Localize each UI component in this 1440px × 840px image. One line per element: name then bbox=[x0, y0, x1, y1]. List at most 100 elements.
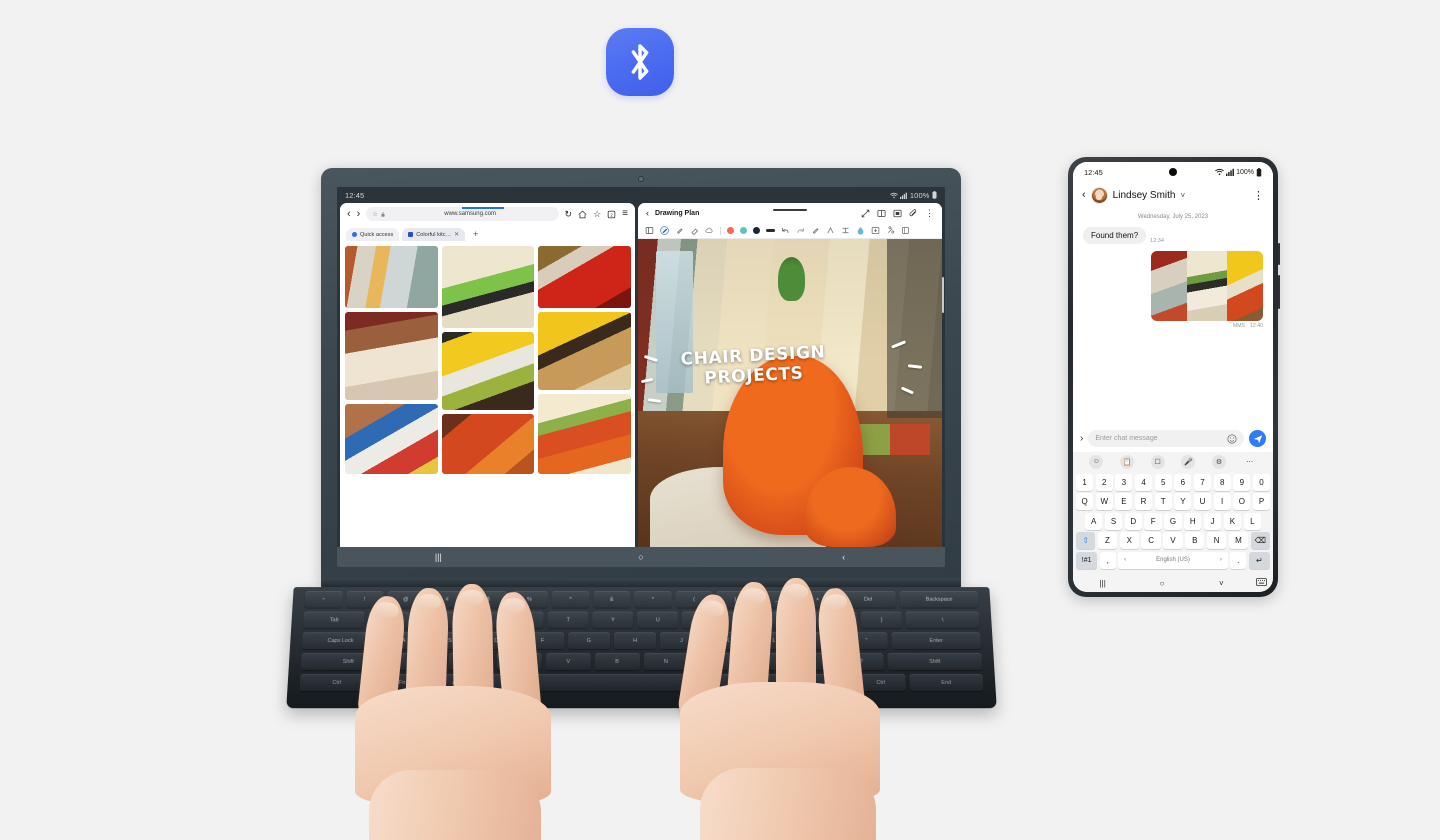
convert-tool-icon[interactable] bbox=[886, 226, 895, 235]
key-end[interactable]: End bbox=[908, 673, 984, 692]
vkey-z[interactable]: Z bbox=[1097, 532, 1118, 549]
key-b[interactable]: B bbox=[594, 652, 640, 670]
export-tool-icon[interactable] bbox=[871, 226, 880, 235]
vkey-o[interactable]: O bbox=[1233, 493, 1251, 510]
key-shift-left[interactable]: Shift bbox=[300, 652, 396, 670]
more-icon[interactable]: ⋯ bbox=[1243, 455, 1257, 469]
vkey-c[interactable]: C bbox=[1141, 532, 1161, 549]
key-minus[interactable]: _ bbox=[757, 590, 796, 608]
vkey-comma[interactable]: , bbox=[1099, 551, 1116, 569]
key-semicolon[interactable]: : bbox=[798, 632, 842, 649]
key-c[interactable]: C bbox=[496, 652, 542, 670]
mic-icon[interactable]: 🎤 bbox=[1181, 454, 1196, 469]
color-swatch-navy[interactable] bbox=[753, 227, 760, 234]
message-bubble[interactable]: Found them? bbox=[1083, 227, 1147, 244]
key-h[interactable]: H bbox=[613, 632, 657, 649]
lasso-tool-icon[interactable] bbox=[811, 226, 820, 235]
browser-url-bar[interactable]: ☆ www.samsung.com bbox=[366, 207, 559, 221]
key-1[interactable]: ! bbox=[345, 590, 384, 608]
bookmarks-icon[interactable]: ☆ bbox=[593, 209, 601, 219]
highlighter-tool-icon[interactable] bbox=[675, 226, 684, 235]
browser-tab-colorful-kitchen[interactable]: Colorful kitc… ✕ bbox=[402, 228, 466, 241]
avatar[interactable] bbox=[1090, 186, 1108, 204]
new-tab-button[interactable]: + bbox=[468, 228, 483, 241]
eraser-tool-icon[interactable] bbox=[690, 226, 699, 235]
key-r[interactable]: R bbox=[502, 611, 545, 629]
key-caps-lock[interactable]: Caps Lock bbox=[301, 632, 379, 649]
vkey-9[interactable]: 9 bbox=[1233, 473, 1251, 491]
key-period[interactable]: > bbox=[789, 652, 836, 670]
keyboard-cover[interactable]: ~ ! @ # $ % ^ & * ( ) _ + Del Backspace … bbox=[286, 587, 997, 709]
gallery-photo[interactable] bbox=[441, 414, 535, 474]
save-icon[interactable] bbox=[893, 209, 902, 218]
thickness-tool-icon[interactable] bbox=[766, 229, 775, 232]
vkey-f[interactable]: F bbox=[1144, 512, 1162, 530]
chevron-down-icon[interactable]: ˅ bbox=[1180, 191, 1185, 200]
key-j[interactable]: J bbox=[660, 632, 703, 649]
vkey-d[interactable]: D bbox=[1124, 512, 1142, 530]
key-6[interactable]: ^ bbox=[551, 590, 590, 608]
key-alt-right[interactable]: Alt bbox=[802, 673, 853, 692]
gallery-photo[interactable] bbox=[441, 246, 535, 328]
vkey-5[interactable]: 5 bbox=[1154, 473, 1172, 491]
phone-volume-button[interactable] bbox=[1278, 243, 1280, 265]
vkey-4[interactable]: 4 bbox=[1134, 473, 1153, 491]
key-7[interactable]: & bbox=[593, 590, 631, 608]
clipboard-icon[interactable]: 📋 bbox=[1119, 454, 1134, 469]
vkey-period[interactable]: . bbox=[1230, 551, 1247, 569]
vkey-enter[interactable]: ↵ bbox=[1248, 551, 1270, 569]
key-3[interactable]: # bbox=[428, 590, 466, 608]
phone-nav-recents-button[interactable]: ||| bbox=[1073, 579, 1132, 588]
vkey-l[interactable]: L bbox=[1243, 512, 1261, 530]
vkey-h[interactable]: H bbox=[1184, 512, 1202, 530]
keyboard-icon[interactable] bbox=[1251, 578, 1273, 588]
undo-tool-icon[interactable] bbox=[781, 226, 790, 235]
browser-back-icon[interactable]: ‹ bbox=[347, 208, 351, 220]
key-bracket-right[interactable]: } bbox=[860, 611, 903, 629]
key-w[interactable]: W bbox=[413, 611, 455, 629]
key-alt-left[interactable]: Alt bbox=[430, 673, 481, 692]
key-n[interactable]: N bbox=[643, 652, 689, 670]
key-5[interactable]: % bbox=[510, 590, 549, 608]
vkey-r[interactable]: R bbox=[1134, 493, 1153, 510]
space-prev-language[interactable]: ‹ bbox=[1124, 557, 1126, 563]
select-tool-icon[interactable] bbox=[645, 226, 654, 235]
vkey-p[interactable]: P bbox=[1252, 493, 1271, 510]
key-2[interactable]: @ bbox=[386, 590, 425, 608]
vkey-q[interactable]: Q bbox=[1076, 493, 1094, 510]
home-icon[interactable] bbox=[578, 210, 587, 219]
key-l[interactable]: L bbox=[752, 632, 796, 649]
key-g[interactable]: G bbox=[567, 632, 611, 649]
key-s[interactable]: S bbox=[428, 632, 472, 649]
key-comma[interactable]: < bbox=[741, 652, 787, 670]
space-next-language[interactable]: › bbox=[1220, 557, 1222, 563]
key-x[interactable]: X bbox=[447, 652, 494, 670]
page-view-icon[interactable] bbox=[877, 209, 886, 218]
sticker-icon[interactable]: ☐ bbox=[1150, 454, 1165, 469]
key-9[interactable]: ( bbox=[675, 590, 713, 608]
gallery-photo[interactable] bbox=[538, 394, 632, 474]
key-equals[interactable]: + bbox=[798, 590, 837, 608]
drawing-canvas[interactable]: CHAIR DESIGN PROJECTS bbox=[638, 239, 942, 547]
phone-power-button[interactable] bbox=[1278, 275, 1280, 309]
vkey-w[interactable]: W bbox=[1095, 493, 1113, 510]
vkey-2[interactable]: 2 bbox=[1095, 473, 1113, 491]
tab-close-icon[interactable]: ✕ bbox=[454, 231, 459, 238]
vkey-m[interactable]: M bbox=[1228, 532, 1249, 549]
gallery-photo[interactable] bbox=[345, 312, 438, 400]
key-f[interactable]: F bbox=[521, 632, 564, 649]
nav-recents-button[interactable]: ||| bbox=[337, 552, 540, 562]
vkey-x[interactable]: X bbox=[1119, 532, 1139, 549]
split-handle[interactable] bbox=[773, 209, 807, 211]
vkey-u[interactable]: U bbox=[1193, 493, 1212, 510]
cloud-tool-icon[interactable] bbox=[705, 226, 714, 235]
key-bracket-left[interactable]: { bbox=[816, 611, 858, 629]
notes-more-icon[interactable]: ⋮ bbox=[925, 208, 934, 218]
key-ctrl-right[interactable]: Ctrl bbox=[855, 673, 906, 692]
vkey-j[interactable]: J bbox=[1203, 512, 1222, 530]
key-m[interactable]: M bbox=[692, 652, 738, 670]
vkey-y[interactable]: Y bbox=[1174, 493, 1192, 510]
key-v[interactable]: V bbox=[545, 652, 591, 670]
vkey-symbols[interactable]: !#1 bbox=[1076, 551, 1098, 569]
vkey-n[interactable]: N bbox=[1206, 532, 1227, 549]
